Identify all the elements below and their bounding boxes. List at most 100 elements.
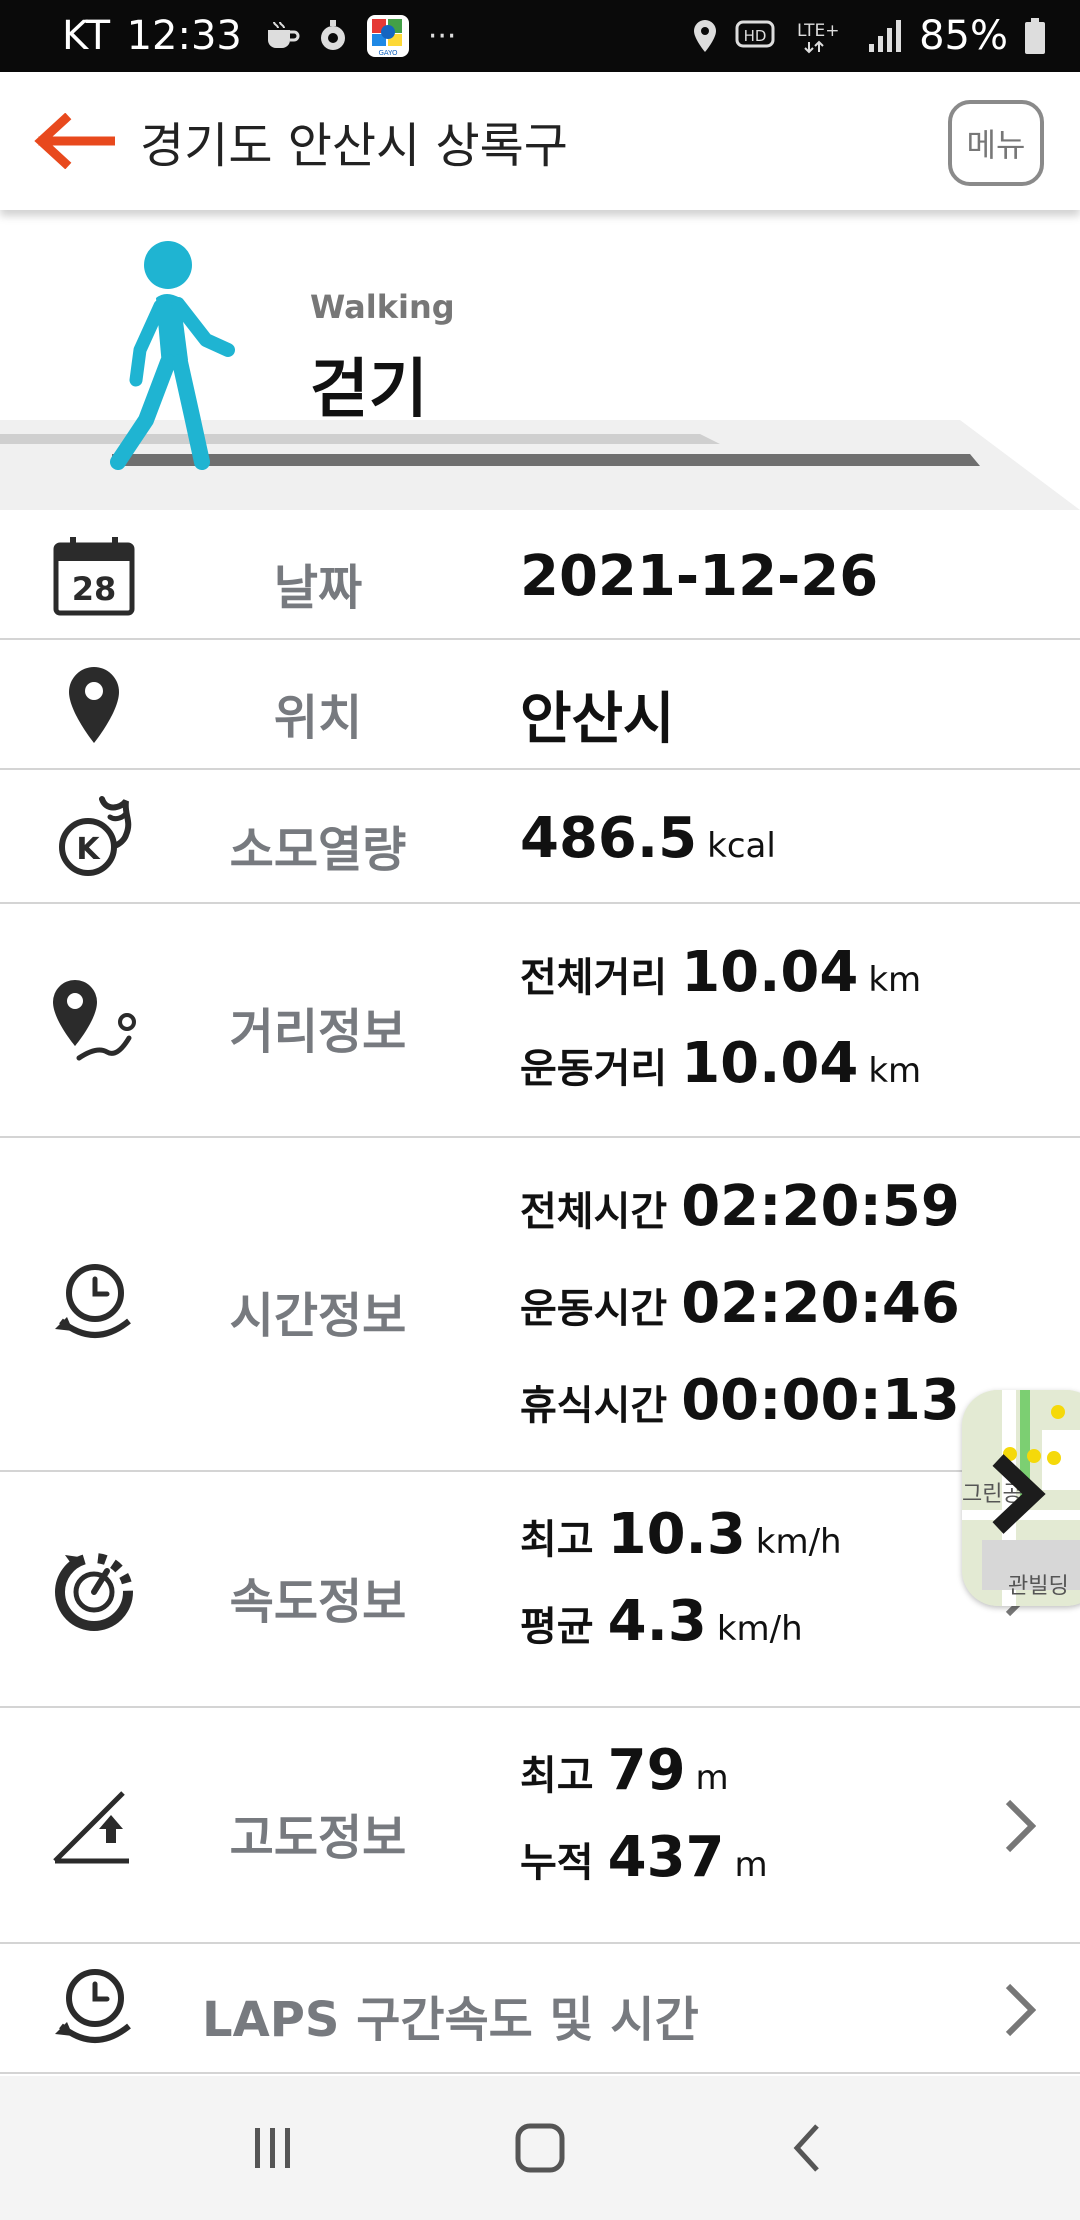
time-rest-line: 휴식시간 00:00:13	[520, 1368, 960, 1433]
signal-strength-icon	[869, 20, 902, 52]
distance-row: 거리정보 전체거리 10.04 km 운동거리 10.04 km	[0, 904, 1080, 1138]
distance-exercise-line: 운동거리 10.04 km	[520, 1031, 921, 1096]
hd-label: HD	[744, 27, 767, 45]
time-exercise-value: 02:20:46	[681, 1271, 960, 1336]
speed-avg-value: 4.3	[607, 1589, 707, 1654]
speed-avg-label: 평균	[520, 1604, 594, 1650]
gayo-app-icon: GAYO	[366, 15, 409, 57]
time-total-value: 02:20:59	[681, 1174, 960, 1239]
altitude-row[interactable]: 고도정보 최고 79 m 누적 437 m	[0, 1708, 1080, 1944]
more-icon: ···	[427, 18, 457, 54]
app-header: 경기도 안산시 상록구 메뉴	[0, 72, 1080, 210]
hd-voice-icon: HD	[735, 20, 775, 48]
menu-button[interactable]: 메뉴	[948, 100, 1044, 186]
map-arrow-right-icon	[992, 1454, 1046, 1534]
time-exercise-line: 운동시간 02:20:46	[520, 1271, 960, 1336]
laps-clock-icon	[46, 1961, 142, 2057]
altitude-max-line: 최고 79 m	[520, 1738, 768, 1803]
calories-row: K 소모열량 486.5 kcal	[0, 770, 1080, 904]
activity-name-en: Walking	[310, 288, 455, 326]
notification-icons: GAYO ···	[264, 14, 457, 58]
speed-max-unit: km/h	[755, 1522, 842, 1562]
calories-label: 소모열량	[229, 822, 407, 878]
distance-label: 거리정보	[229, 1004, 407, 1060]
system-icons: HD LTE+ 85%	[691, 13, 1046, 59]
coffee-icon	[267, 21, 300, 48]
distance-total-unit: km	[868, 960, 922, 1000]
altitude-label: 고도정보	[229, 1810, 407, 1866]
altitude-max-label: 최고	[520, 1753, 594, 1799]
speed-max-line: 최고 10.3 km/h	[520, 1502, 842, 1567]
altitude-cumulative-value: 437	[607, 1825, 725, 1890]
calendar-icon: 28	[46, 527, 142, 623]
status-bar: KT 12:33 GAYO ··· HD LTE+ 85%	[0, 0, 1080, 72]
back-arrow-icon	[34, 113, 115, 169]
location-value: 안산시	[520, 687, 675, 752]
map-preview-button[interactable]: 그린공 관빌딩	[962, 1390, 1080, 1606]
system-navigation-bar	[0, 2076, 1080, 2220]
speed-row[interactable]: 속도정보 최고 10.3 km/h 평균 4.3 km/h	[0, 1472, 1080, 1708]
time-row: 시간정보 전체시간 02:20:59 운동시간 02:20:46 휴식시간 00…	[0, 1138, 1080, 1472]
system-back-button[interactable]	[747, 2098, 867, 2198]
battery-icon	[1025, 18, 1045, 54]
date-row: 28 날짜 2021-12-26	[0, 510, 1080, 640]
system-back-icon	[793, 2124, 819, 2172]
svg-text:K: K	[76, 832, 101, 867]
distance-exercise-unit: km	[868, 1051, 922, 1091]
altitude-cumulative-label: 누적	[520, 1840, 594, 1886]
activity-summary-list: 28 날짜 2021-12-26 위치 안산시 K 소모열량 486.5 kca…	[0, 510, 1080, 2074]
altitude-max-unit: m	[695, 1758, 729, 1798]
speed-max-value: 10.3	[607, 1502, 746, 1567]
activity-name-ko: 걷기	[310, 353, 428, 427]
map-label-bottom: 관빌딩	[1008, 1574, 1069, 1599]
home-icon	[515, 2123, 565, 2173]
location-label: 위치	[273, 690, 363, 746]
back-button[interactable]	[18, 91, 128, 191]
calories-value: 486.5	[520, 806, 698, 871]
date-label: 날짜	[273, 560, 363, 616]
distance-exercise-value: 10.04	[681, 1031, 859, 1096]
location-row: 위치 안산시	[0, 640, 1080, 770]
time-rest-value: 00:00:13	[681, 1368, 960, 1433]
time-exercise-label: 운동시간	[520, 1286, 668, 1332]
altitude-slope-icon	[46, 1778, 142, 1874]
calorie-flame-icon: K	[46, 789, 142, 885]
carrier-label: KT	[62, 13, 111, 59]
time-total-label: 전체시간	[520, 1189, 668, 1235]
clock: 12:33	[126, 13, 242, 59]
speed-avg-unit: km/h	[716, 1609, 803, 1649]
speed-avg-line: 평균 4.3 km/h	[520, 1589, 842, 1654]
distance-exercise-label: 운동거리	[520, 1046, 668, 1092]
time-rest-label: 휴식시간	[520, 1383, 668, 1429]
time-total-line: 전체시간 02:20:59	[520, 1174, 960, 1239]
calories-unit: kcal	[707, 826, 776, 866]
distance-total-line: 전체거리 10.04 km	[520, 940, 921, 1005]
laps-label: LAPS 구간속도 및 시간	[202, 1992, 699, 2048]
altitude-max-value: 79	[607, 1738, 686, 1803]
distance-total-value: 10.04	[681, 940, 859, 1005]
home-button[interactable]	[480, 2098, 600, 2198]
route-pin-icon	[46, 973, 142, 1069]
calendar-day-number: 28	[72, 570, 117, 608]
altitude-chevron-right-icon	[1000, 1796, 1040, 1856]
page-title: 경기도 안산시 상록구	[140, 118, 568, 174]
speed-label: 속도정보	[229, 1574, 407, 1630]
clock-cycle-icon	[46, 1256, 142, 1352]
recent-apps-button[interactable]	[213, 2098, 333, 2198]
laps-row[interactable]: LAPS 구간속도 및 시간	[0, 1944, 1080, 2074]
date-value: 2021-12-26	[520, 544, 879, 609]
lte-signal-icon: LTE+	[797, 21, 840, 54]
altitude-cumulative-unit: m	[734, 1845, 768, 1885]
laps-chevron-right-icon	[1000, 1980, 1040, 2040]
speedometer-icon	[46, 1542, 142, 1638]
location-icon	[694, 20, 717, 52]
walking-figure-icon	[110, 241, 235, 470]
time-label: 시간정보	[229, 1288, 407, 1344]
speed-max-label: 최고	[520, 1517, 594, 1563]
location-pin-icon	[320, 20, 345, 50]
battery-percent: 85%	[919, 13, 1008, 59]
map-pin-icon	[46, 657, 142, 753]
altitude-cumulative-line: 누적 437 m	[520, 1825, 768, 1890]
recent-apps-icon	[255, 2128, 291, 2168]
activity-banner: Walking 걷기	[0, 210, 1080, 510]
